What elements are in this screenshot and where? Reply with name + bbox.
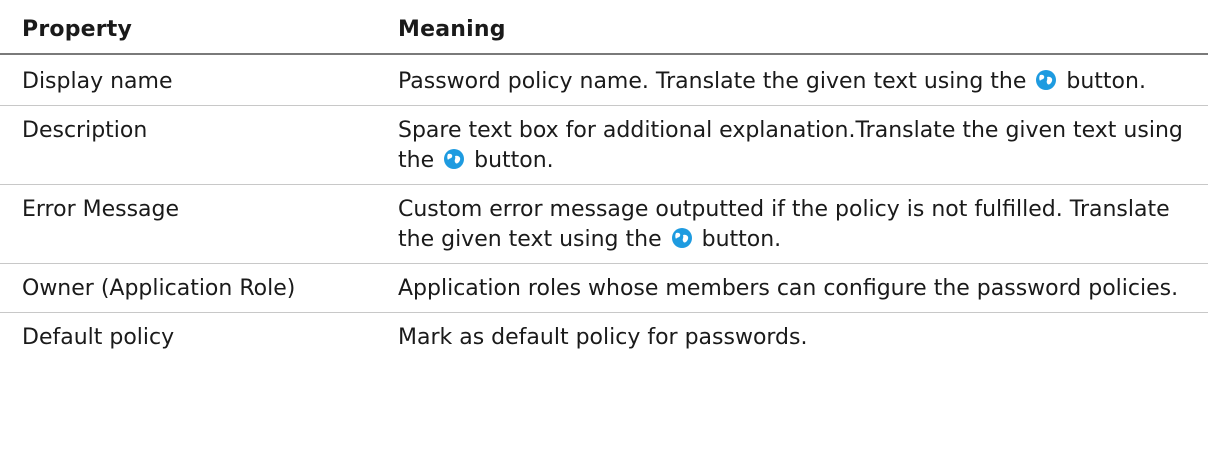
property-cell: Display name [0,54,376,106]
header-row: Property Meaning [0,0,1208,55]
meaning-text: Password policy name. Translate the give… [398,69,1027,94]
meaning-text: Mark as default policy for passwords. [398,325,808,350]
meaning-cell: Password policy name. Translate the give… [376,54,1208,106]
property-cell: Owner (Application Role) [0,263,376,313]
table-row: Default policy Mark as default policy fo… [0,313,1208,360]
meaning-text-suffix: button. [1066,69,1146,94]
translate-globe-icon [444,149,465,169]
meaning-text: Custom error message outputted if the po… [398,197,1170,252]
property-cell: Description [0,105,376,185]
property-cell: Error Message [0,184,376,264]
translate-globe-icon [671,228,692,248]
meaning-cell: Application roles whose members can conf… [376,263,1208,313]
meaning-cell: Spare text box for additional explanatio… [376,105,1208,185]
translate-globe-icon [1036,70,1057,90]
table-row: Owner (Application Role) Application rol… [0,263,1208,313]
property-cell: Default policy [22,325,175,350]
table-body: Display name Password policy name. Trans… [0,54,1208,359]
header-meaning: Meaning [376,0,1208,55]
table-row: Error Message Custom error message outpu… [0,184,1208,264]
meaning-text-suffix: button. [474,148,554,173]
meaning-text: Application roles whose members can conf… [398,276,1179,301]
meaning-cell: Mark as default policy for passwords. [376,313,1208,360]
meaning-cell: Custom error message outputted if the po… [376,184,1208,264]
header-property: Property [0,0,376,55]
table-header: Property Meaning [0,0,1208,55]
table-row: Description Spare text box for additiona… [0,105,1208,185]
property-table: Property Meaning Display name Password p… [0,0,1208,359]
table-row: Display name Password policy name. Trans… [0,54,1208,106]
meaning-text-suffix: button. [701,227,782,252]
